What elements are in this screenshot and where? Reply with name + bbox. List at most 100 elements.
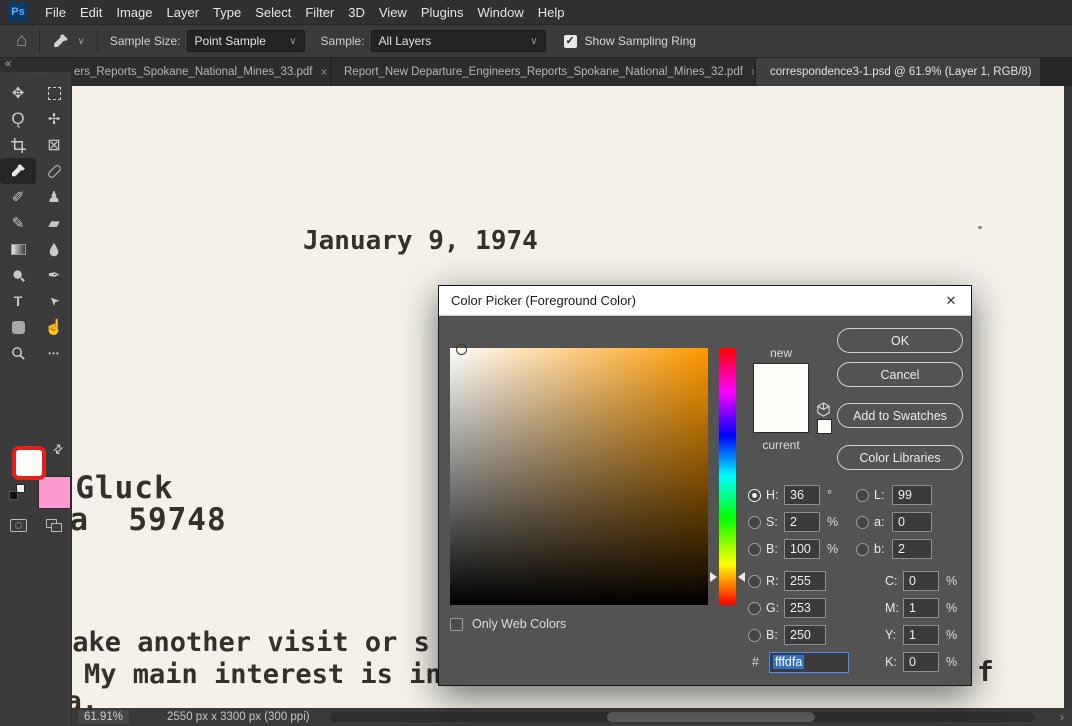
r-label: R: [766, 574, 784, 588]
y-input[interactable]: 1 [903, 625, 939, 645]
menu-layer[interactable]: Layer [160, 5, 207, 20]
home-icon[interactable]: ⌂ [16, 30, 27, 52]
menu-view[interactable]: View [372, 5, 414, 20]
s-input[interactable]: 2 [784, 512, 820, 532]
current-color-swatch[interactable] [754, 398, 808, 432]
menu-plugins[interactable]: Plugins [414, 5, 471, 20]
dodge-icon [11, 268, 26, 283]
blue-radio[interactable] [748, 629, 761, 642]
menu-select[interactable]: Select [248, 5, 298, 20]
default-colors-icon[interactable] [9, 484, 25, 500]
edit-toolbar-button[interactable]: ••• [36, 340, 72, 366]
color-libraries-button[interactable]: Color Libraries [837, 445, 963, 470]
menu-filter[interactable]: Filter [298, 5, 341, 20]
web-safe-cube-icon[interactable] [816, 402, 831, 417]
chevron-right-icon[interactable]: › [1060, 710, 1064, 724]
menu-help[interactable]: Help [531, 5, 572, 20]
cancel-button[interactable]: Cancel [837, 362, 963, 387]
r-input[interactable]: 255 [784, 571, 826, 591]
foreground-color-swatch[interactable] [12, 446, 46, 480]
gradient-tool[interactable] [0, 236, 36, 262]
zoom-level-field[interactable]: 61.91% [78, 710, 129, 724]
h-input[interactable]: 36 [784, 485, 820, 505]
close-icon[interactable]: × [320, 65, 327, 79]
hand-tool[interactable]: ☝ [36, 314, 72, 340]
h-radio[interactable] [748, 489, 761, 502]
b-input[interactable]: 100 [784, 539, 820, 559]
sample-size-dropdown[interactable]: Point Sample ∨ [187, 30, 305, 52]
blue-input[interactable]: 250 [784, 625, 826, 645]
scrollbar-thumb[interactable] [607, 712, 815, 722]
object-selection-tool[interactable]: ✢ [36, 106, 72, 132]
saturation-field-row: S: 2 % [748, 511, 838, 533]
b-radio[interactable] [748, 543, 761, 556]
k-input[interactable]: 0 [903, 652, 939, 672]
c-input[interactable]: 0 [903, 571, 939, 591]
brush-tool[interactable]: ✐ [0, 184, 36, 210]
background-color-swatch[interactable] [38, 476, 71, 509]
menu-edit[interactable]: Edit [73, 5, 109, 20]
path-selection-tool[interactable]: ➤ [36, 288, 72, 314]
tab-document-2[interactable]: Report_New Departure_Engineers_Reports_S… [332, 58, 754, 86]
l-input[interactable]: 99 [892, 485, 932, 505]
show-sampling-ring-checkbox[interactable]: ✓ [564, 35, 577, 48]
blur-tool[interactable] [36, 236, 72, 262]
sample-dropdown[interactable]: All Layers ∨ [371, 30, 546, 52]
dialog-title-bar[interactable]: Color Picker (Foreground Color) [439, 286, 971, 316]
clone-stamp-tool[interactable]: ♟ [36, 184, 72, 210]
sample-value: All Layers [379, 34, 432, 48]
lasso-tool[interactable]: Ǫ [0, 106, 36, 132]
eyedropper-tool[interactable] [0, 158, 36, 184]
s-radio[interactable] [748, 516, 761, 529]
tab-document-active[interactable]: correspondence3-1.psd @ 61.9% (Layer 1, … [756, 58, 1040, 86]
hue-field-row: H: 36 ° [748, 484, 832, 506]
color-marker[interactable] [456, 344, 467, 355]
a-input[interactable]: 0 [892, 512, 932, 532]
hue-slider-arrow-right[interactable] [738, 572, 745, 582]
type-tool[interactable]: T [0, 288, 36, 314]
menu-window[interactable]: Window [470, 5, 530, 20]
menu-file[interactable]: File [38, 5, 73, 20]
vertical-scrollbar[interactable] [1064, 86, 1072, 708]
menu-type[interactable]: Type [206, 5, 248, 20]
only-web-colors-checkbox[interactable] [450, 618, 463, 631]
pen-tool[interactable]: ✒ [36, 262, 72, 288]
tab-document-1[interactable]: ers_Reports_Spokane_National_Mines_33.pd… [72, 58, 330, 86]
close-icon[interactable]: × [751, 65, 754, 79]
zoom-tool[interactable] [0, 340, 36, 366]
swap-colors-icon[interactable]: ⇄ [50, 440, 67, 457]
menu-3d[interactable]: 3D [341, 5, 372, 20]
dodge-tool[interactable] [0, 262, 36, 288]
hue-slider-arrow-left[interactable] [710, 572, 717, 582]
ok-button[interactable]: OK [837, 328, 963, 353]
add-to-swatches-button[interactable]: Add to Swatches [837, 403, 963, 428]
toolbar-collapse-strip[interactable]: « [0, 58, 72, 72]
crop-tool[interactable] [0, 132, 36, 158]
menu-image[interactable]: Image [109, 5, 159, 20]
rectangle-tool[interactable] [0, 314, 36, 340]
hex-input[interactable]: fffdfa [769, 652, 849, 673]
close-icon[interactable]: ✕ [931, 286, 971, 316]
g-radio[interactable] [748, 602, 761, 615]
web-safe-color-swatch[interactable] [817, 419, 832, 434]
move-tool[interactable]: ✥ [0, 80, 36, 106]
m-input[interactable]: 1 [903, 598, 939, 618]
l-radio[interactable] [856, 489, 869, 502]
history-brush-tool[interactable]: ✎ [0, 210, 36, 236]
a-radio[interactable] [856, 516, 869, 529]
eyedropper-preset-icon[interactable]: ∨ [52, 33, 84, 50]
lab-b-radio[interactable] [856, 543, 869, 556]
screen-mode-button[interactable] [46, 519, 62, 532]
panel-grip[interactable]: ·········· [0, 72, 71, 80]
healing-brush-tool[interactable] [36, 158, 72, 184]
hue-slider[interactable] [719, 348, 736, 605]
quick-mask-button[interactable] [10, 519, 27, 532]
r-radio[interactable] [748, 575, 761, 588]
lab-b-input[interactable]: 2 [892, 539, 932, 559]
rectangular-marquee-tool[interactable] [36, 80, 72, 106]
g-input[interactable]: 253 [784, 598, 826, 618]
saturation-brightness-field[interactable] [450, 348, 708, 605]
frame-tool[interactable]: ⊠ [36, 132, 72, 158]
eraser-tool[interactable]: ▰ [36, 210, 72, 236]
horizontal-scrollbar[interactable] [330, 712, 1035, 722]
